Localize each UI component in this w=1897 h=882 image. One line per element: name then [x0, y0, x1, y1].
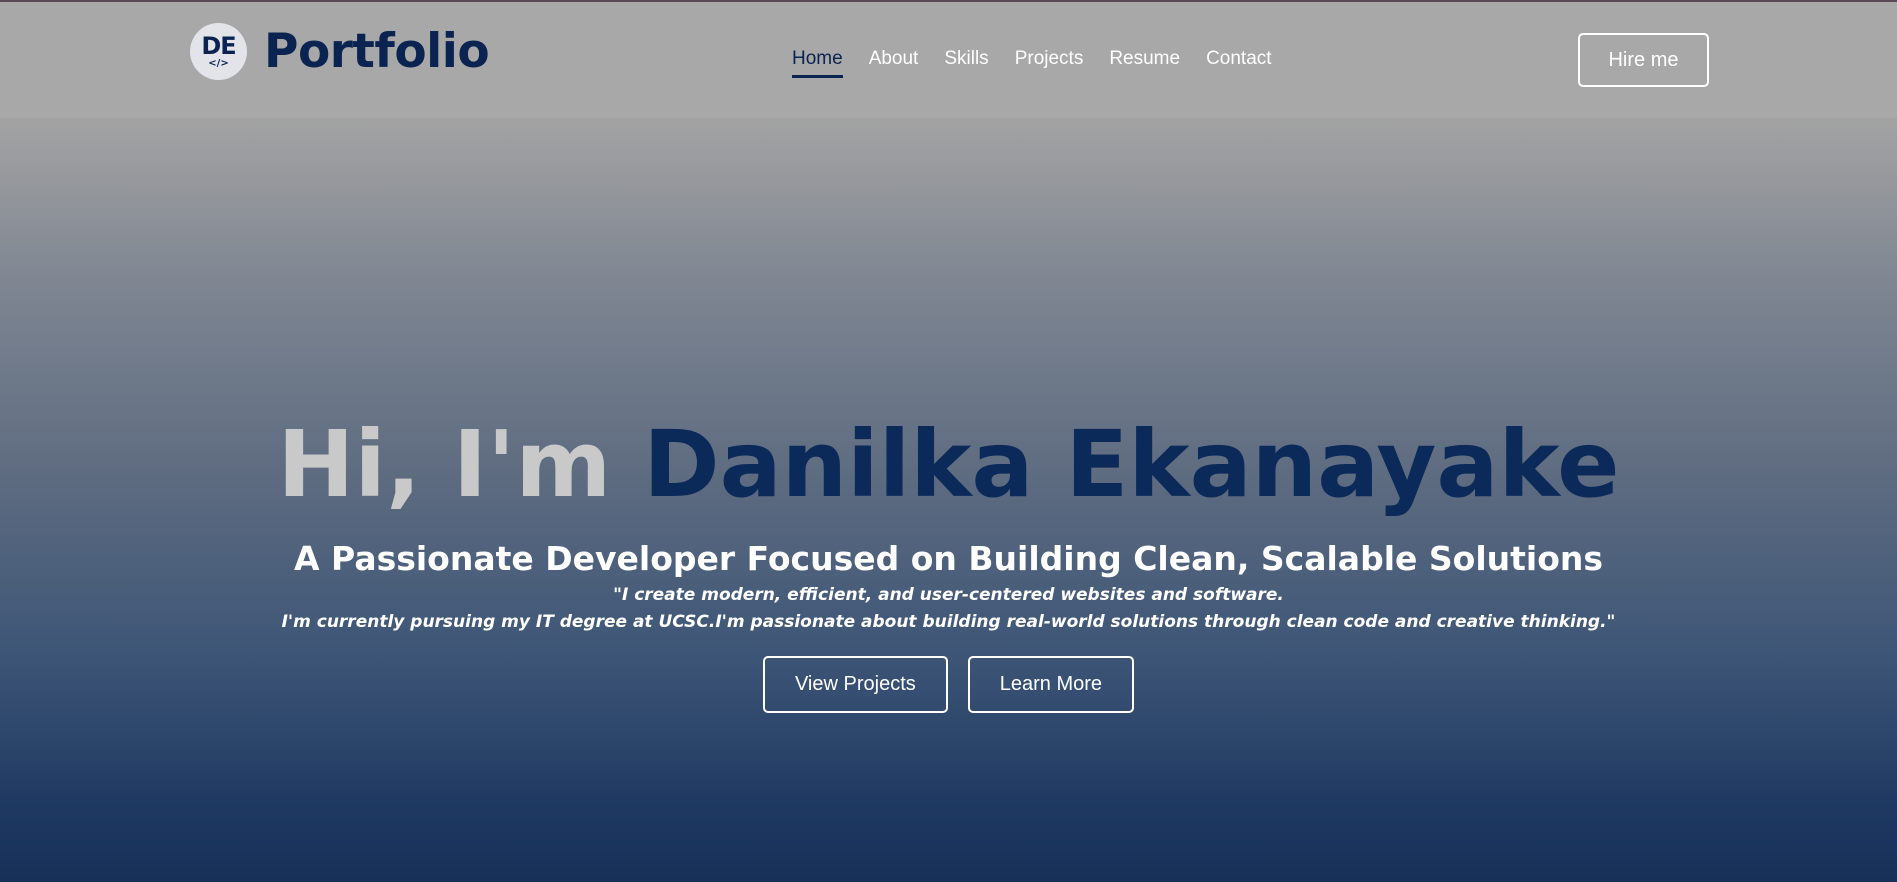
nav-link-about[interactable]: About [869, 48, 919, 70]
code-icon: </> [208, 58, 229, 69]
nav-link-skills[interactable]: Skills [944, 48, 988, 70]
logo-initials: DE [201, 32, 236, 60]
nav-link-home[interactable]: Home [792, 48, 843, 78]
nav-link-contact[interactable]: Contact [1206, 48, 1271, 70]
learn-more-button[interactable]: Learn More [967, 656, 1135, 713]
brand[interactable]: DE </> Portfolio [190, 23, 490, 80]
nav-link-projects[interactable]: Projects [1015, 48, 1084, 70]
brand-title: Portfolio [264, 24, 490, 79]
hire-me-button[interactable]: Hire me [1578, 33, 1709, 87]
site-header: DE </> Portfolio Home About Skills Proje… [0, 2, 1897, 118]
logo-badge: DE </> [190, 23, 247, 80]
hero-quote: "I create modern, efficient, and user-ce… [0, 582, 1897, 636]
hero-heading: Hi, I'm Danilka Ekanayake [0, 405, 1897, 525]
hero-section: Hi, I'm Danilka Ekanayake A Passionate D… [0, 405, 1897, 713]
hero-quote-line-1: "I create modern, efficient, and user-ce… [613, 585, 1284, 605]
hero-actions: View Projects Learn More [0, 656, 1897, 713]
hero-greeting: Hi, I'm [277, 411, 612, 518]
hero-subtitle: A Passionate Developer Focused on Buildi… [293, 539, 1604, 578]
view-projects-button[interactable]: View Projects [762, 656, 948, 713]
nav-link-resume[interactable]: Resume [1109, 48, 1180, 70]
hero-quote-line-2: I'm currently pursuing my IT degree at U… [281, 612, 1616, 632]
main-nav: Home About Skills Projects Resume Contac… [792, 48, 1298, 78]
hero-name: Danilka Ekanayake [643, 411, 1620, 518]
